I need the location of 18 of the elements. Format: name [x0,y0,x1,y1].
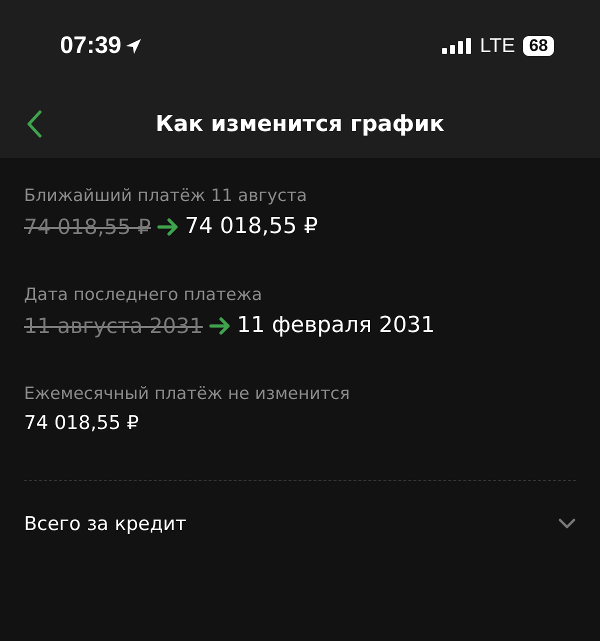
new-value: 11 февраля 2031 [236,313,435,338]
signal-icon [442,38,472,54]
arrow-right-icon [156,218,179,236]
chevron-down-icon [558,518,576,530]
old-value: 11 августа 2031 [24,314,203,338]
arrow-right-icon [208,316,231,334]
item-label: Ежемесячный платёж не изменится [24,384,351,404]
item-label: Дата последнего платежа [24,285,264,305]
page-title: Как изменится график [156,112,444,136]
clock-time: 07:39 [60,32,122,60]
old-value: 74 018,55 ₽ [24,214,151,238]
new-value: 74 018,55 ₽ [184,214,318,239]
total-expander[interactable]: Всего за кредит [24,503,576,545]
battery-indicator: 68 [523,36,554,56]
location-arrow-icon [125,38,142,54]
network-label: LTE [480,34,516,58]
item-label: Ближайший платёж 11 августа [24,186,308,206]
item-value: 74 018,55 ₽ [24,412,139,434]
